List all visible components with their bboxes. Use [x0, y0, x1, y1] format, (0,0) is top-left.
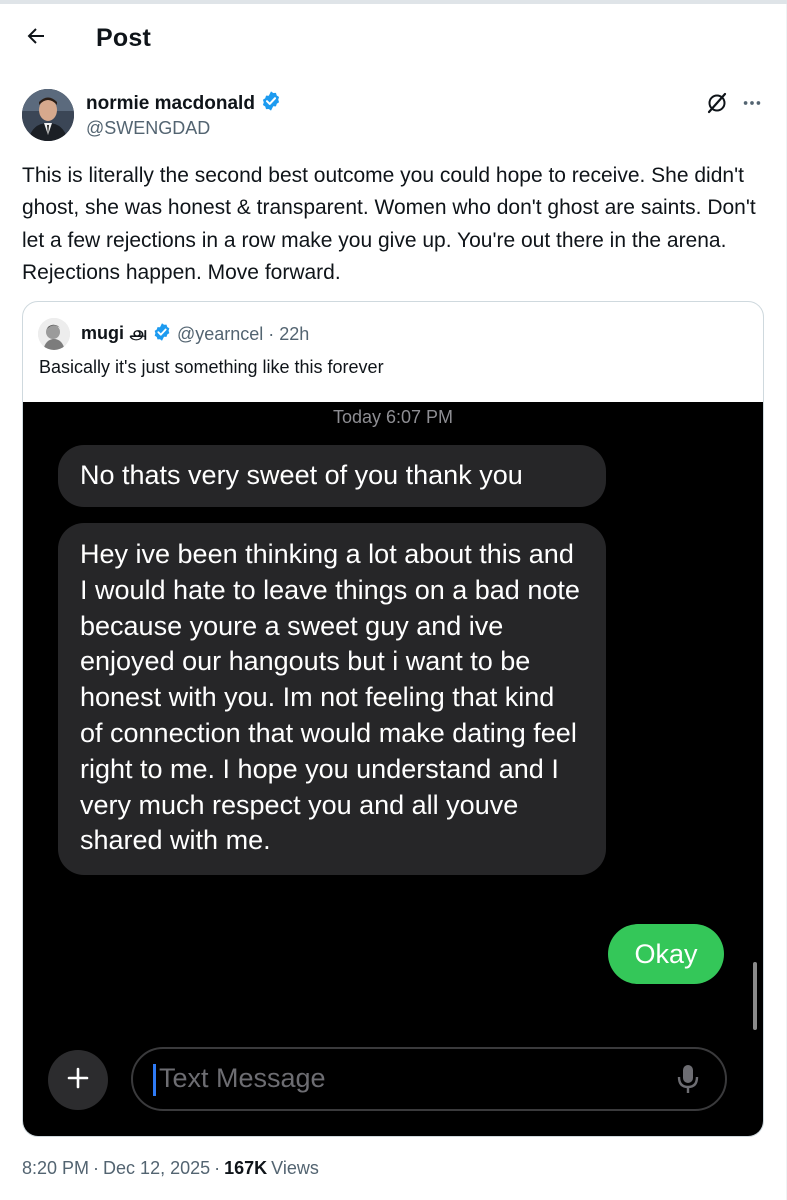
quote-header: mugi ௮ @yearncel · 22h — [81, 322, 309, 347]
verified-badge-icon — [152, 322, 172, 347]
outgoing-message-bubble: Okay — [608, 924, 724, 984]
plus-icon — [66, 1066, 90, 1095]
dot-separator: · — [214, 1158, 221, 1178]
incoming-message-bubble: Hey ive been thinking a lot about this a… — [58, 523, 606, 876]
post-time[interactable]: 8:20 PM — [22, 1158, 89, 1179]
page-title: Post — [96, 24, 151, 52]
quote-timestamp[interactable]: 22h — [279, 324, 309, 345]
incoming-message-bubble: No thats very sweet of you thank you — [58, 445, 606, 507]
post-header: Post — [0, 4, 787, 72]
more-options-button[interactable] — [738, 91, 766, 119]
post-date[interactable]: Dec 12, 2025 — [103, 1158, 210, 1179]
grok-icon — [705, 91, 729, 120]
quote-author-avatar[interactable] — [38, 318, 70, 350]
dot-separator: · — [93, 1158, 100, 1178]
quote-author-name[interactable]: mugi ௮ — [81, 323, 147, 346]
quote-media-image[interactable]: Today 6:07 PM No thats very sweet of you… — [23, 402, 763, 1136]
message-timestamp: Today 6:07 PM — [332, 407, 454, 427]
text-message-field: Text Message — [131, 1047, 727, 1111]
author-avatar[interactable] — [22, 89, 74, 141]
author-handle[interactable]: @SWENGDAD — [86, 118, 210, 139]
quote-text: Basically it's just something like this … — [39, 357, 384, 377]
scrollbar — [753, 962, 757, 1030]
quote-author-handle[interactable]: @yearncel — [177, 324, 263, 345]
post-text: This is literally the second best outcom… — [22, 164, 756, 285]
quoted-post[interactable]: mugi ௮ @yearncel · 22h Basically it's ju… — [22, 301, 764, 1137]
more-horizontal-icon — [741, 92, 763, 119]
views-label: Views — [271, 1158, 319, 1178]
dot-separator: · — [268, 324, 275, 344]
verified-badge-icon — [260, 90, 282, 117]
text-message-placeholder: Text Message — [159, 1063, 326, 1093]
post-meta: 8:20 PM · Dec 12, 2025 · 167K Views — [22, 1158, 319, 1179]
back-button[interactable] — [16, 18, 56, 58]
grok-button[interactable] — [703, 91, 731, 119]
author-name[interactable]: normie macdonald — [86, 93, 255, 115]
views-count: 167K — [224, 1158, 268, 1178]
arrow-left-icon — [24, 24, 48, 53]
author-name-row: normie macdonald — [86, 90, 282, 117]
microphone-icon — [675, 1063, 701, 1100]
text-cursor — [153, 1064, 156, 1096]
add-attachment-button — [48, 1050, 108, 1110]
